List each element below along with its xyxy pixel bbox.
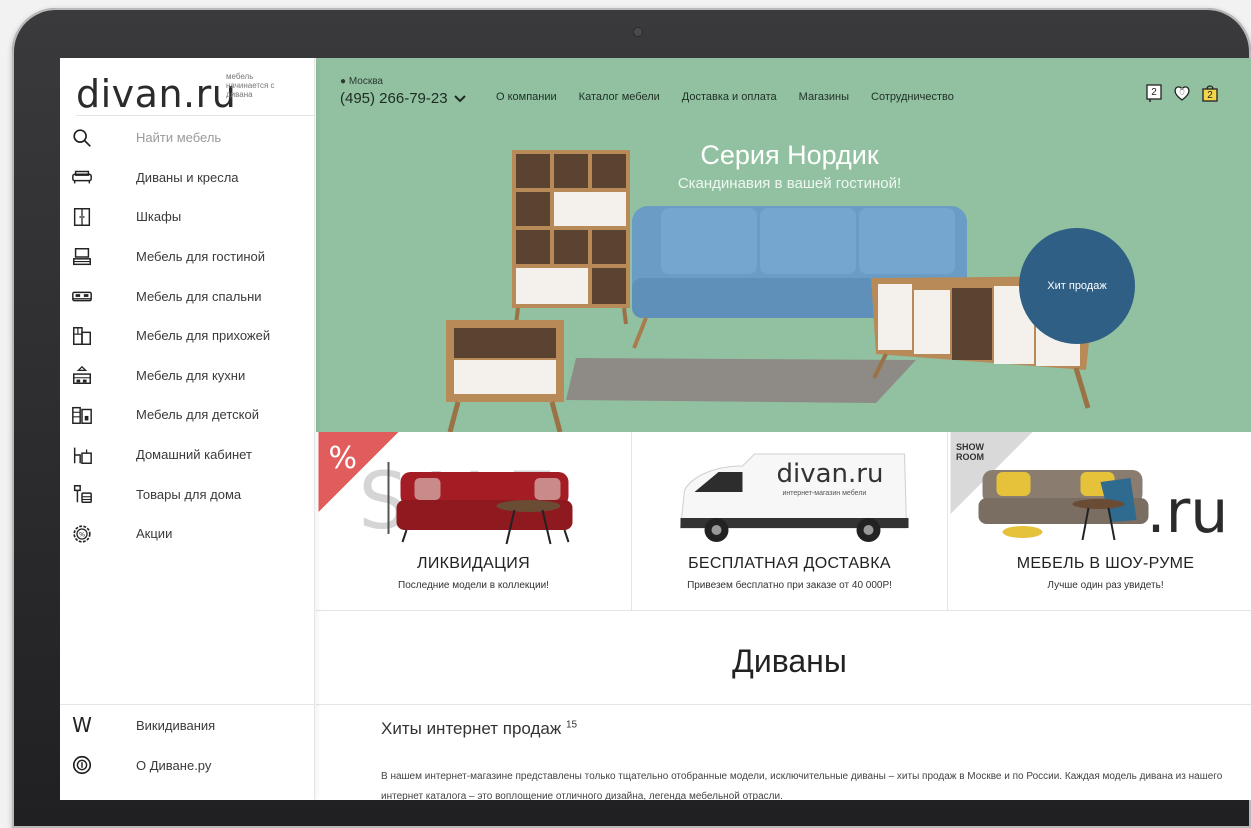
- phone-selector[interactable]: (495) 266-79-23: [340, 90, 466, 107]
- sale-gear-icon: %: [70, 522, 94, 546]
- camera-dot: [634, 28, 642, 36]
- promo-title: БЕСПЛАТНАЯ ДОСТАВКА: [688, 555, 891, 572]
- sidebar-item-label: Акции: [136, 526, 173, 542]
- sidebar-item-label: Домашний кабинет: [136, 447, 252, 463]
- cart-button[interactable]: 2: [1201, 84, 1219, 102]
- tv-stand-icon: [70, 245, 94, 269]
- nav-link-delivery[interactable]: Доставка и оплата: [682, 91, 777, 103]
- nav-link-catalog[interactable]: Каталог мебели: [579, 91, 660, 103]
- promo-title: ЛИКВИДАЦИЯ: [417, 555, 530, 572]
- hero-banner[interactable]: ● Москва (495) 266-79-23 О компании Ката…: [316, 58, 1251, 432]
- sidebar-item-label: Шкафы: [136, 209, 182, 225]
- promo-showroom[interactable]: .ru SHOW ROOM МЕБЕЛЬ В ШОУ-РУМЕ Лучше од…: [948, 432, 1251, 610]
- sidebar-item-wiki[interactable]: W Викидивания: [60, 705, 315, 745]
- hero-subtitle: Скандинавия в вашей гостиной!: [677, 175, 902, 192]
- wiki-icon: W: [70, 713, 94, 737]
- section-title: Диваны: [732, 643, 847, 679]
- sidebar-bottom: W Викидивания О Диване.ру: [60, 704, 315, 785]
- sidebar-item-label: Мебель для гостиной: [136, 249, 266, 265]
- sidebar-nav: Найти мебель Диваны и кресла Шкафы Мебел…: [60, 118, 315, 554]
- promo-subtitle: Привезем бесплатно при заказе от 40 000Р…: [687, 580, 892, 591]
- sidebar-item-about[interactable]: О Диване.ру: [60, 745, 315, 785]
- about-icon: [70, 753, 94, 777]
- section-divider: [316, 704, 1251, 705]
- sidebar-item-label: Мебель для прихожей: [136, 328, 271, 344]
- laptop-frame: divan.ru мебель начинается с дивана Найт…: [12, 8, 1251, 828]
- header-icons: 2 0 2: [1145, 84, 1219, 102]
- compare-button[interactable]: 2: [1145, 84, 1163, 102]
- sidebar-item-label: Диваны и кресла: [136, 169, 239, 185]
- sidebar-item-kitchen[interactable]: Мебель для кухни: [60, 356, 315, 396]
- logo-tagline: мебель начинается с дивана: [226, 72, 275, 99]
- search-icon: [70, 126, 94, 150]
- sidebar-item-wardrobes[interactable]: Шкафы: [60, 197, 315, 237]
- sidebar: divan.ru мебель начинается с дивана Найт…: [60, 58, 315, 800]
- subheading: Хиты интернет продаж 15: [381, 719, 577, 739]
- sidebar-item-sofas[interactable]: Диваны и кресла: [60, 158, 315, 198]
- bed-icon: [70, 284, 94, 308]
- sidebar-item-hallway[interactable]: Мебель для прихожей: [60, 316, 315, 356]
- svg-text:%: %: [79, 530, 85, 538]
- home-goods-icon: [70, 482, 94, 506]
- favorites-count: 0: [1179, 87, 1185, 98]
- delivery-van-illustration: divan.ru интернет-магазин мебели: [679, 453, 909, 542]
- bestseller-badge[interactable]: Хит продаж: [1019, 228, 1135, 344]
- wiki-glyph: W: [72, 713, 92, 737]
- sidebar-item-home-office[interactable]: Домашний кабинет: [60, 435, 315, 475]
- promo-delivery[interactable]: divan.ru интернет-магазин мебели БЕСПЛАТ…: [632, 432, 948, 610]
- sidebar-item-label: Викидивания: [136, 717, 216, 733]
- sidebar-item-label: Мебель для детской: [136, 407, 259, 423]
- kitchen-icon: [70, 363, 94, 387]
- description-text: В нашем интернет-магазине представлены т…: [381, 771, 1223, 800]
- chevron-down-icon: [453, 94, 466, 102]
- nav-link-about[interactable]: О компании: [496, 91, 557, 103]
- phone-number: (495) 266-79-23: [340, 90, 448, 107]
- promo-sale[interactable]: % SALE ЛИКВИДАЦИЯ Последние: [316, 432, 632, 610]
- sidebar-item-living-room[interactable]: Мебель для гостиной: [60, 237, 315, 277]
- promo-strip: % SALE ЛИКВИДАЦИЯ Последние: [316, 432, 1251, 611]
- hallway-icon: [70, 324, 94, 348]
- nav-link-stores[interactable]: Магазины: [799, 91, 849, 103]
- van-tagline: интернет-магазин мебели: [783, 489, 867, 497]
- main-content: ● Москва (495) 266-79-23 О компании Ката…: [316, 58, 1251, 800]
- city-selector[interactable]: ● Москва: [340, 76, 383, 87]
- subheading-text: Хиты интернет продаж: [381, 719, 562, 738]
- svg-text:%: %: [329, 441, 358, 476]
- logo[interactable]: divan.ru мебель начинается с дивана: [76, 70, 315, 116]
- sidebar-item-label: Мебель для спальни: [136, 288, 262, 304]
- compare-count: 2: [1151, 87, 1157, 98]
- subheading-count: 15: [565, 719, 578, 731]
- sidebar-item-bedroom[interactable]: Мебель для спальни: [60, 276, 315, 316]
- sidebar-item-label: О Диване.ру: [136, 757, 212, 773]
- desk-icon: [70, 443, 94, 467]
- showroom-logo-fragment: .ru: [1147, 477, 1229, 547]
- nav-link-partnership[interactable]: Сотрудничество: [871, 91, 954, 103]
- sidebar-item-label: Товары для дома: [136, 486, 242, 502]
- top-bar: ● Москва (495) 266-79-23 О компании Ката…: [316, 58, 1251, 118]
- location-pin-icon: ●: [340, 76, 347, 87]
- sale-sofa-illustration: % SALE: [318, 432, 573, 547]
- browser-screen: divan.ru мебель начинается с дивана Найт…: [60, 58, 1251, 800]
- promo-subtitle: Лучше один раз увидеть!: [1047, 580, 1164, 591]
- sidebar-item-sales[interactable]: % Акции: [60, 514, 315, 554]
- favorites-button[interactable]: 0: [1173, 84, 1191, 102]
- logo-text: divan.ru: [76, 72, 237, 116]
- kids-room-icon: [70, 403, 94, 427]
- van-logo: divan.ru: [777, 459, 884, 489]
- hero-title: Серия Нордик: [700, 140, 879, 170]
- sidebar-search[interactable]: Найти мебель: [60, 118, 315, 158]
- sidebar-item-home-goods[interactable]: Товары для дома: [60, 474, 315, 514]
- sidebar-item-kids-room[interactable]: Мебель для детской: [60, 395, 315, 435]
- promo-title: МЕБЕЛЬ В ШОУ-РУМЕ: [1016, 555, 1195, 572]
- sidebar-item-label: Мебель для кухни: [136, 367, 246, 383]
- city-name: Москва: [348, 76, 383, 87]
- sofa-icon: [70, 165, 94, 189]
- showroom-corner-label: SHOW ROOM: [956, 442, 984, 462]
- search-placeholder: Найти мебель: [136, 130, 222, 146]
- cart-count: 2: [1207, 90, 1213, 101]
- promo-subtitle: Последние модели в коллекции!: [398, 580, 549, 591]
- top-nav: О компании Каталог мебели Доставка и опл…: [496, 91, 954, 103]
- wardrobe-icon: [70, 205, 94, 229]
